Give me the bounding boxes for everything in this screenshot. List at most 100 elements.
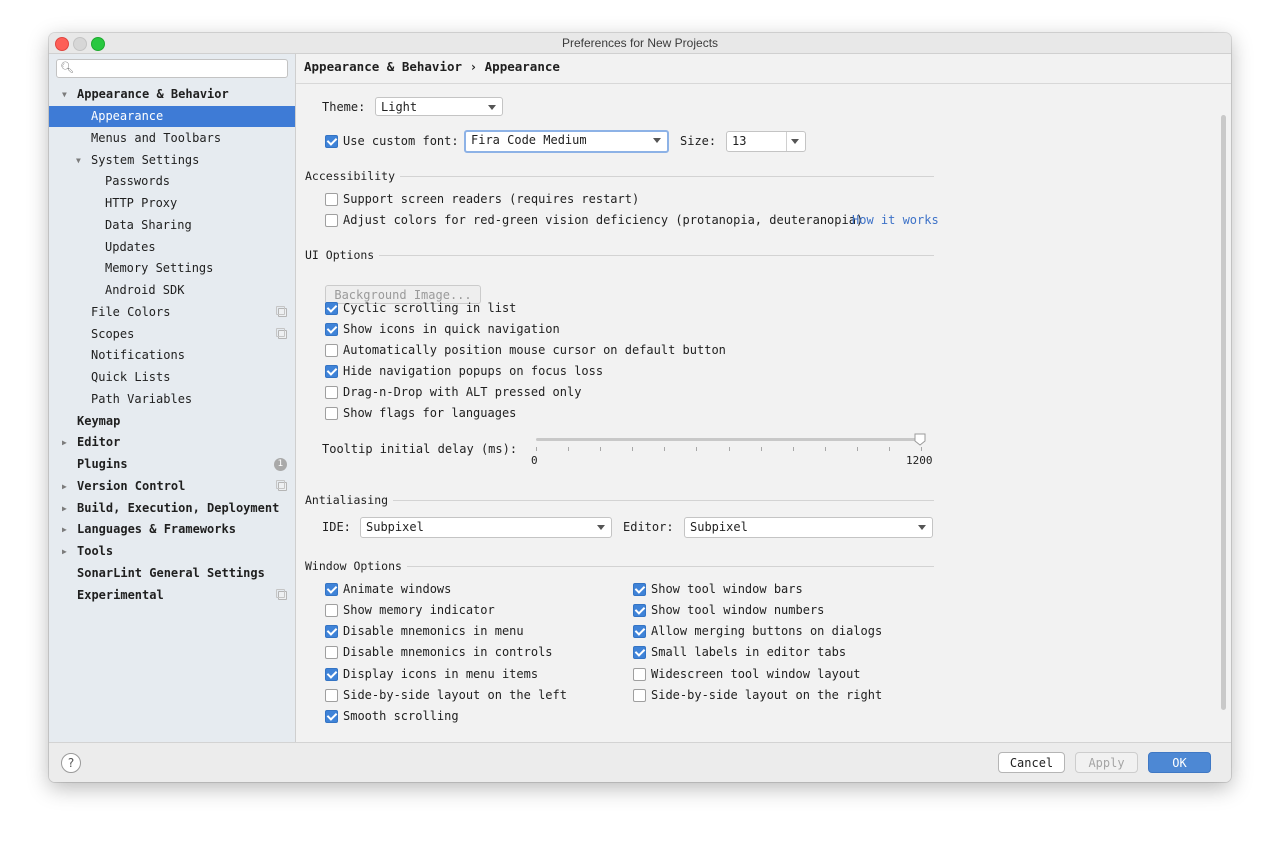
expanded-arrow-icon[interactable]: ▼ bbox=[76, 150, 81, 171]
combo-separator bbox=[786, 132, 787, 151]
search-icon: 🔍︎ bbox=[60, 61, 74, 74]
checkbox-label: Widescreen tool window layout bbox=[651, 667, 861, 681]
section-title: UI Options bbox=[305, 248, 380, 262]
project-copy-icon bbox=[276, 328, 287, 339]
sidebar-item-experimental[interactable]: Experimental bbox=[49, 585, 295, 606]
checkbox-label: Show flags for languages bbox=[343, 406, 517, 420]
dialog-footer: ? Cancel Apply OK bbox=[49, 742, 1231, 782]
slider-tick bbox=[632, 447, 633, 451]
checkbox-icon bbox=[325, 386, 338, 399]
editor-antialiasing-label: Editor: bbox=[623, 520, 674, 534]
sidebar-item-label: Appearance bbox=[91, 109, 164, 123]
checkbox-label: Disable mnemonics in menu bbox=[343, 624, 524, 638]
checkbox-icon bbox=[325, 668, 338, 681]
checkbox-label: Automatically position mouse cursor on d… bbox=[343, 343, 726, 357]
help-button[interactable]: ? bbox=[61, 753, 81, 773]
breadcrumb-separator: › bbox=[469, 59, 478, 74]
sidebar-item-android-sdk[interactable]: Android SDK bbox=[49, 280, 295, 301]
sidebar-item-plugins[interactable]: Plugins 1 bbox=[49, 454, 295, 475]
sidebar-item-appearance-behavior[interactable]: ▼ Appearance & Behavior bbox=[49, 84, 295, 105]
slider-thumb[interactable] bbox=[914, 433, 926, 446]
breadcrumb-parent[interactable]: Appearance & Behavior bbox=[304, 59, 462, 74]
sidebar-item-label: Passwords bbox=[105, 174, 171, 188]
chevron-down-icon bbox=[653, 138, 661, 143]
sidebar-item-languages-frameworks[interactable]: ▶ Languages & Frameworks bbox=[49, 519, 295, 540]
preferences-window: Preferences for New Projects 🔍︎ ▼ Appear… bbox=[49, 33, 1231, 782]
checkbox-icon bbox=[325, 193, 338, 206]
font-size-value: 13 bbox=[732, 134, 747, 148]
chevron-down-icon bbox=[488, 105, 496, 110]
checkbox-label: Side-by-side layout on the left bbox=[343, 688, 567, 702]
settings-search-field[interactable]: 🔍︎ bbox=[56, 59, 288, 78]
chevron-down-icon bbox=[597, 525, 605, 530]
collapsed-arrow-icon[interactable]: ▶ bbox=[62, 519, 67, 540]
sidebar-item-editor[interactable]: ▶ Editor bbox=[49, 432, 295, 453]
ide-antialiasing-dropdown[interactable]: Subpixel bbox=[360, 517, 612, 538]
checkbox-label: Show tool window bars bbox=[651, 582, 803, 596]
sidebar-item-file-colors[interactable]: File Colors bbox=[49, 302, 295, 323]
collapsed-arrow-icon[interactable]: ▶ bbox=[62, 541, 67, 562]
cancel-button[interactable]: Cancel bbox=[998, 752, 1065, 773]
checkbox-label: Disable mnemonics in controls bbox=[343, 645, 553, 659]
collapsed-arrow-icon[interactable]: ▶ bbox=[62, 432, 67, 453]
checkbox-icon bbox=[325, 302, 338, 315]
sidebar-item-label: Updates bbox=[105, 240, 156, 254]
ok-button[interactable]: OK bbox=[1148, 752, 1211, 773]
slider-min-label: 0 bbox=[531, 454, 538, 467]
sidebar-item-updates[interactable]: Updates bbox=[49, 237, 295, 258]
tooltip-delay-slider[interactable] bbox=[536, 438, 921, 441]
sidebar-item-data-sharing[interactable]: Data Sharing bbox=[49, 215, 295, 236]
sidebar-item-quick-lists[interactable]: Quick Lists bbox=[49, 367, 295, 388]
slider-max-label: 1200 bbox=[906, 454, 933, 467]
tooltip-delay-label: Tooltip initial delay (ms): bbox=[322, 442, 518, 456]
title-bar: Preferences for New Projects bbox=[49, 33, 1231, 54]
section-divider bbox=[305, 500, 934, 501]
expanded-arrow-icon[interactable]: ▼ bbox=[62, 84, 67, 105]
sidebar-item-label: Android SDK bbox=[105, 283, 185, 297]
header-divider bbox=[296, 83, 1231, 84]
sidebar-item-menus-toolbars[interactable]: Menus and Toolbars bbox=[49, 128, 295, 149]
sidebar-item-appearance[interactable]: Appearance bbox=[49, 106, 295, 127]
sidebar-item-keymap[interactable]: Keymap bbox=[49, 411, 295, 432]
theme-dropdown[interactable]: Light bbox=[375, 97, 503, 116]
sidebar-item-label: Editor bbox=[77, 435, 121, 449]
chevron-down-icon bbox=[791, 139, 799, 144]
sidebar-item-version-control[interactable]: ▶ Version Control bbox=[49, 476, 295, 497]
sidebar-item-system-settings[interactable]: ▼ System Settings bbox=[49, 150, 295, 171]
checkbox-icon bbox=[325, 214, 338, 227]
sidebar-item-tools[interactable]: ▶ Tools bbox=[49, 541, 295, 562]
sidebar-item-scopes[interactable]: Scopes bbox=[49, 324, 295, 345]
editor-antialiasing-dropdown[interactable]: Subpixel bbox=[684, 517, 933, 538]
sidebar-item-http-proxy[interactable]: HTTP Proxy bbox=[49, 193, 295, 214]
checkbox-label: Support screen readers (requires restart… bbox=[343, 192, 640, 206]
font-dropdown[interactable]: Fira Code Medium bbox=[464, 130, 669, 153]
section-title: Antialiasing bbox=[305, 493, 394, 507]
checkbox-icon bbox=[325, 583, 338, 596]
accessibility-section-header: Accessibility bbox=[305, 169, 934, 183]
checkbox-icon bbox=[633, 625, 646, 638]
sidebar-item-passwords[interactable]: Passwords bbox=[49, 171, 295, 192]
sidebar-item-label: Keymap bbox=[77, 414, 121, 428]
slider-tick bbox=[761, 447, 762, 451]
sidebar-item-path-variables[interactable]: Path Variables bbox=[49, 389, 295, 410]
sidebar-item-label: Version Control bbox=[77, 479, 186, 493]
slider-tick bbox=[793, 447, 794, 451]
sidebar-item-build-execution[interactable]: ▶ Build, Execution, Deployment bbox=[49, 498, 295, 519]
collapsed-arrow-icon[interactable]: ▶ bbox=[62, 498, 67, 519]
sidebar-item-label: HTTP Proxy bbox=[105, 196, 178, 210]
sidebar-item-label: Build, Execution, Deployment bbox=[77, 501, 280, 515]
sidebar-item-memory-settings[interactable]: Memory Settings bbox=[49, 258, 295, 279]
checkbox-label: Display icons in menu items bbox=[343, 667, 539, 681]
sidebar-item-label: Tools bbox=[77, 544, 114, 558]
checkbox-icon bbox=[633, 668, 646, 681]
checkbox-label: Smooth scrolling bbox=[343, 709, 459, 723]
slider-tick bbox=[600, 447, 601, 451]
how-it-works-link[interactable]: How it works bbox=[852, 212, 939, 228]
sidebar-item-sonarlint[interactable]: SonarLint General Settings bbox=[49, 563, 295, 584]
font-size-combo[interactable]: 13 bbox=[726, 131, 806, 152]
slider-tick bbox=[696, 447, 697, 451]
collapsed-arrow-icon[interactable]: ▶ bbox=[62, 476, 67, 497]
sidebar-item-notifications[interactable]: Notifications bbox=[49, 345, 295, 366]
apply-button[interactable]: Apply bbox=[1075, 752, 1138, 773]
content-scrollbar[interactable] bbox=[1221, 115, 1226, 710]
